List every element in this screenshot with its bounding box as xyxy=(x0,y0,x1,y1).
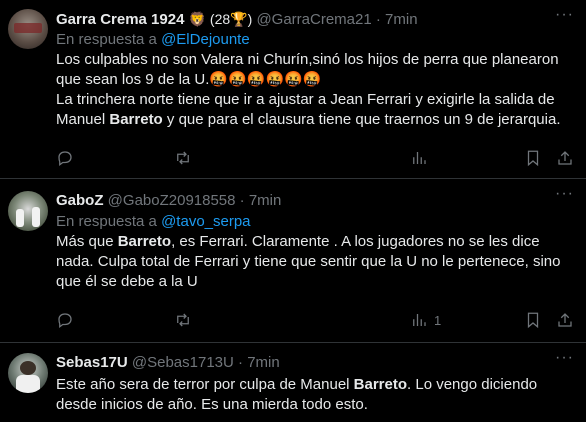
views-count: 1 xyxy=(434,312,442,328)
author-handle[interactable]: @Sebas1713U xyxy=(132,354,234,371)
share-icon xyxy=(558,313,572,327)
author-badge: 🦁 (28🏆) xyxy=(188,11,253,27)
more-options-button[interactable]: ··· xyxy=(555,185,574,203)
author-name[interactable]: Sebas17U xyxy=(56,354,128,371)
tweet-actions: 1 xyxy=(56,310,578,330)
avatar[interactable] xyxy=(8,9,48,49)
timestamp[interactable]: 7min xyxy=(249,192,282,209)
highlighted-term: Barreto xyxy=(353,376,408,393)
reply-icon xyxy=(58,151,72,167)
retweet-button[interactable] xyxy=(174,148,192,168)
tweet-actions xyxy=(56,148,578,168)
tweet[interactable]: Sebas17U @Sebas1713U · 7min Este año ser… xyxy=(0,343,586,422)
tweet-feed: Garra Crema 1924 🦁 (28🏆) @GarraCrema21 ·… xyxy=(0,0,586,422)
tweet-text-part: y que para el clausura tiene que traerno… xyxy=(162,111,561,128)
bookmark-button[interactable] xyxy=(524,148,542,168)
bookmark-button[interactable] xyxy=(524,310,542,330)
reply-icon xyxy=(58,313,72,329)
tweet-text-part: Más que xyxy=(56,233,118,250)
share-icon xyxy=(558,151,572,165)
timestamp[interactable]: 7min xyxy=(247,354,280,371)
author-handle[interactable]: @GarraCrema21 xyxy=(256,11,371,28)
views-button[interactable] xyxy=(410,148,434,168)
reply-prefix: En respuesta a xyxy=(56,31,157,48)
tweet[interactable]: Garra Crema 1924 🦁 (28🏆) @GarraCrema21 ·… xyxy=(0,0,586,179)
timestamp[interactable]: 7min xyxy=(385,11,418,28)
retweet-icon xyxy=(177,151,189,165)
more-options-button[interactable]: ··· xyxy=(555,6,574,24)
views-button[interactable]: 1 xyxy=(410,310,441,330)
retweet-button[interactable] xyxy=(174,310,192,330)
separator-dot: · xyxy=(375,11,381,28)
reply-prefix: En respuesta a xyxy=(56,213,157,230)
bookmark-icon xyxy=(527,150,539,167)
tweet-text: Más que Barreto, es Ferrari. Claramente … xyxy=(56,232,578,292)
tweet-text: Los culpables no son Valera ni Churín,si… xyxy=(56,50,578,130)
tweet-header: GaboZ @GaboZ20918558 · 7min xyxy=(56,191,578,211)
views-icon xyxy=(413,314,426,326)
more-options-button[interactable]: ··· xyxy=(555,349,574,367)
tweet-header: Sebas17U @Sebas1713U · 7min xyxy=(56,353,578,373)
highlighted-term: Barreto xyxy=(117,233,172,250)
author-handle[interactable]: @GaboZ20918558 xyxy=(108,192,236,209)
tweet-text: Este año sera de terror por culpa de Man… xyxy=(56,375,578,415)
reply-context: En respuesta a @tavo_serpa xyxy=(56,212,578,232)
share-button[interactable] xyxy=(556,148,574,168)
avatar[interactable] xyxy=(8,191,48,231)
reply-mention-link[interactable]: @ElDejounte xyxy=(161,31,250,48)
separator-dot: · xyxy=(239,192,245,209)
tweet[interactable]: GaboZ @GaboZ20918558 · 7min En respuesta… xyxy=(0,179,586,343)
bookmark-icon xyxy=(527,312,539,329)
reply-button[interactable] xyxy=(56,310,74,330)
separator-dot: · xyxy=(238,354,244,371)
author-name[interactable]: Garra Crema 1924 xyxy=(56,11,184,28)
retweet-icon xyxy=(177,313,189,327)
highlighted-term: Barreto xyxy=(109,111,163,128)
share-button[interactable] xyxy=(556,310,574,330)
avatar[interactable] xyxy=(8,353,48,393)
reply-context: En respuesta a @ElDejounte xyxy=(56,30,578,50)
tweet-header: Garra Crema 1924 🦁 (28🏆) @GarraCrema21 ·… xyxy=(56,9,578,29)
tweet-text-part: Este año sera de terror por culpa de Man… xyxy=(56,376,354,393)
author-name[interactable]: GaboZ xyxy=(56,192,104,209)
reply-mention-link[interactable]: @tavo_serpa xyxy=(161,213,250,230)
views-icon xyxy=(413,152,426,164)
reply-button[interactable] xyxy=(56,148,74,168)
